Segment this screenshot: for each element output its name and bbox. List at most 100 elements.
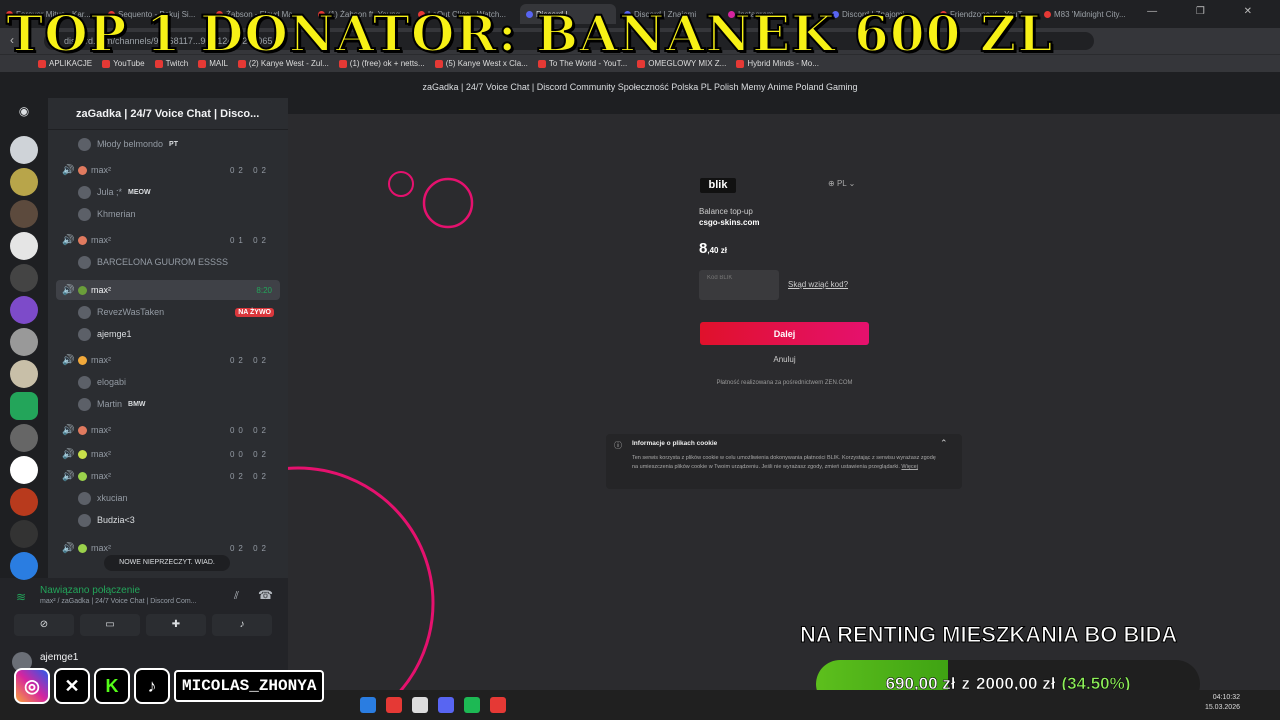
server-icon[interactable] xyxy=(10,296,38,324)
clock-date: 15.03.2026 xyxy=(1204,704,1240,711)
submit-button[interactable]: Dalej xyxy=(700,322,869,345)
disconnect-icon[interactable]: ☎ xyxy=(258,588,273,602)
info-icon: ⓘ xyxy=(614,441,622,450)
chevron-up-icon[interactable]: ⌃ xyxy=(940,438,948,449)
signal-icon[interactable]: ≋ xyxy=(16,590,26,604)
server-icon[interactable] xyxy=(10,456,38,484)
avatar xyxy=(78,207,91,221)
cookie-title: Informacje o plikach cookie xyxy=(632,440,718,447)
channel-emoji-icon xyxy=(78,449,87,459)
voice-member[interactable]: Martin BMW xyxy=(78,395,278,413)
new-unread-pill[interactable]: NOWE NIEPRZECZYT. WIAD. xyxy=(104,555,230,571)
discord-logo-icon[interactable]: ◉ xyxy=(12,104,36,120)
server-icon[interactable] xyxy=(10,520,38,548)
window-title: zaGadka | 24/7 Voice Chat | Discord Comm… xyxy=(0,76,1280,98)
voice-channel-row[interactable]: 🔊 max² 01 02 xyxy=(56,230,280,250)
taskbar-app-icon[interactable] xyxy=(360,697,376,713)
server-icon[interactable] xyxy=(10,552,38,580)
voice-member[interactable]: xkucian xyxy=(78,489,278,507)
voice-channel[interactable]: max² / zaGadka | 24/7 Voice Chat | Disco… xyxy=(40,598,197,605)
channel-name: max² xyxy=(91,355,111,365)
speaker-icon: 🔊 xyxy=(62,354,75,366)
language-select[interactable]: ⊕ PL ⌄ xyxy=(828,179,855,188)
content-topbar xyxy=(288,98,1280,114)
server-name[interactable]: zaGadka | 24/7 Voice Chat | Disco... xyxy=(48,98,288,130)
avatar xyxy=(78,375,91,389)
cancel-button[interactable]: Anuluj xyxy=(700,355,869,364)
screenshare-button[interactable]: ▭ xyxy=(80,614,140,636)
voice-member[interactable]: Jula ;* MEOW xyxy=(78,183,278,201)
user-count: 00 02 xyxy=(229,449,270,459)
cookie-text: Ten serwis korzysta z plików cookie w ce… xyxy=(632,454,936,472)
voice-channel-row[interactable]: 🔊 max² 00 02 xyxy=(56,420,280,440)
cookie-body: Ten serwis korzysta z plików cookie w ce… xyxy=(632,455,936,470)
server-icon[interactable] xyxy=(10,200,38,228)
blik-code-input[interactable] xyxy=(699,270,779,300)
user-count: 00 02 xyxy=(229,425,270,435)
decor-circles xyxy=(288,171,474,690)
channel-name: max² xyxy=(91,449,111,459)
server-icon[interactable] xyxy=(10,328,38,356)
server-icon[interactable] xyxy=(10,424,38,452)
member-name: Martin xyxy=(97,399,123,409)
speaker-icon: 🔊 xyxy=(62,542,75,554)
taskbar-app-icon[interactable] xyxy=(386,697,402,713)
instagram-icon: ◎ xyxy=(14,668,50,704)
member-name: Młody belmondo xyxy=(97,139,164,149)
voice-member[interactable]: ajemge1 xyxy=(78,325,278,343)
server-icon[interactable] xyxy=(10,392,38,420)
main-content xyxy=(288,98,1280,690)
user-count: 02 02 xyxy=(229,355,270,365)
taskbar-app-icon[interactable] xyxy=(412,697,428,713)
balance-label: Balance top-up xyxy=(699,207,753,216)
voice-member[interactable]: Khmerian xyxy=(78,205,278,223)
language-label: PL xyxy=(836,179,847,188)
server-icon[interactable] xyxy=(10,136,38,164)
member-name: Khmerian xyxy=(97,209,136,219)
voice-member[interactable]: elogabi xyxy=(78,373,278,391)
noise-icon[interactable]: ⫽ xyxy=(234,590,239,603)
voice-member[interactable]: BARCELONA GUUROM ESSSS xyxy=(78,253,278,271)
voice-channel-row[interactable]: 🔊 max² 02 02 xyxy=(56,160,280,180)
where-code-link[interactable]: Skąd wziąć kod? xyxy=(788,280,848,289)
channel-name: max² xyxy=(91,425,111,435)
server-icon[interactable] xyxy=(10,360,38,388)
speaker-icon: 🔊 xyxy=(62,470,75,482)
voice-channel-row[interactable]: 🔊 max² 00 02 xyxy=(56,444,280,464)
speaker-icon: 🔊 xyxy=(62,164,75,176)
avatar xyxy=(78,513,91,527)
avatar xyxy=(78,255,91,269)
channel-emoji-icon xyxy=(78,425,87,435)
voice-member[interactable]: Budzia<3 xyxy=(78,511,278,529)
channel-name: max² xyxy=(91,165,111,175)
kick-icon: K xyxy=(94,668,130,704)
user-count: 02 02 xyxy=(229,543,270,553)
member-name: Budzia<3 xyxy=(97,515,135,525)
speaker-icon: 🔊 xyxy=(62,234,75,246)
voice-member[interactable]: Młody belmondo PT xyxy=(78,135,278,153)
taskbar-app-icon[interactable] xyxy=(438,697,454,713)
soundboard-button[interactable]: ♪ xyxy=(212,614,272,636)
speaker-icon: 🔊 xyxy=(62,284,75,296)
amount: 8,40 zł xyxy=(699,240,727,257)
server-icon[interactable] xyxy=(10,264,38,292)
activity-button[interactable]: ✚ xyxy=(146,614,206,636)
member-name: xkucian xyxy=(97,493,128,503)
voice-channel-row[interactable]: 🔊 max² 8:20 xyxy=(56,280,280,300)
channel-timer: 8:20 xyxy=(256,285,272,295)
cookie-more-link[interactable]: Więcej xyxy=(901,464,918,470)
server-icon[interactable] xyxy=(10,488,38,516)
taskbar-app-icon[interactable] xyxy=(464,697,480,713)
server-icon[interactable] xyxy=(10,168,38,196)
taskbar-app-icon[interactable] xyxy=(490,697,506,713)
voice-channel-row[interactable]: 🔊 max² 02 02 xyxy=(56,350,280,370)
tab-label: M83 'Midnight City... xyxy=(1054,9,1126,19)
voice-channel-row[interactable]: 🔊 max² 02 02 xyxy=(56,466,280,486)
server-icon[interactable] xyxy=(10,232,38,260)
avatar xyxy=(78,305,91,319)
window-controls[interactable]: — ❐ ✕ xyxy=(1147,6,1270,17)
camera-button[interactable]: ⊘ xyxy=(14,614,74,636)
voice-member[interactable]: RevezWasTaken NA ŻYWO xyxy=(78,303,278,321)
avatar xyxy=(78,185,91,199)
tab-10[interactable]: M83 'Midnight City... xyxy=(1044,4,1134,24)
